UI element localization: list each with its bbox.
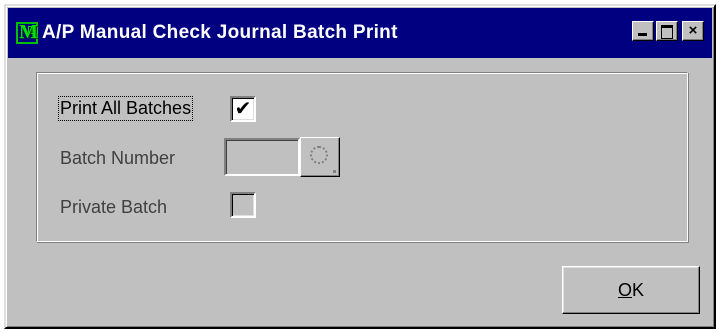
print-all-batches-label[interactable]: Print All Batches xyxy=(57,96,194,121)
checkmark-icon: ✔ xyxy=(234,98,252,120)
window-title: A/P Manual Check Journal Batch Print xyxy=(42,22,398,43)
batch-print-window: M A/P Manual Check Journal Batch Print ×… xyxy=(4,4,716,329)
ok-mnemonic: O xyxy=(617,279,632,300)
ok-label-rest: K xyxy=(632,279,645,300)
ok-button[interactable]: OK xyxy=(562,266,700,314)
batch-lookup-button[interactable] xyxy=(300,137,340,177)
private-batch-label: Private Batch xyxy=(60,197,168,217)
magnifier-icon xyxy=(310,146,328,164)
minimize-button[interactable] xyxy=(632,21,654,41)
batch-number-label: Batch Number xyxy=(60,148,176,168)
app-m-icon[interactable]: M xyxy=(16,21,38,44)
app-icon-letter: M xyxy=(19,21,38,43)
close-button[interactable]: × xyxy=(682,21,704,41)
window-controls: × xyxy=(630,21,704,41)
print-all-batches-checkbox[interactable]: ✔ xyxy=(230,96,256,122)
batch-number-field[interactable] xyxy=(224,138,300,176)
dropdown-dot-icon xyxy=(333,170,336,173)
private-batch-checkbox[interactable] xyxy=(230,192,256,218)
title-bar[interactable]: M A/P Manual Check Journal Batch Print × xyxy=(8,8,712,58)
maximize-button[interactable] xyxy=(656,21,678,41)
